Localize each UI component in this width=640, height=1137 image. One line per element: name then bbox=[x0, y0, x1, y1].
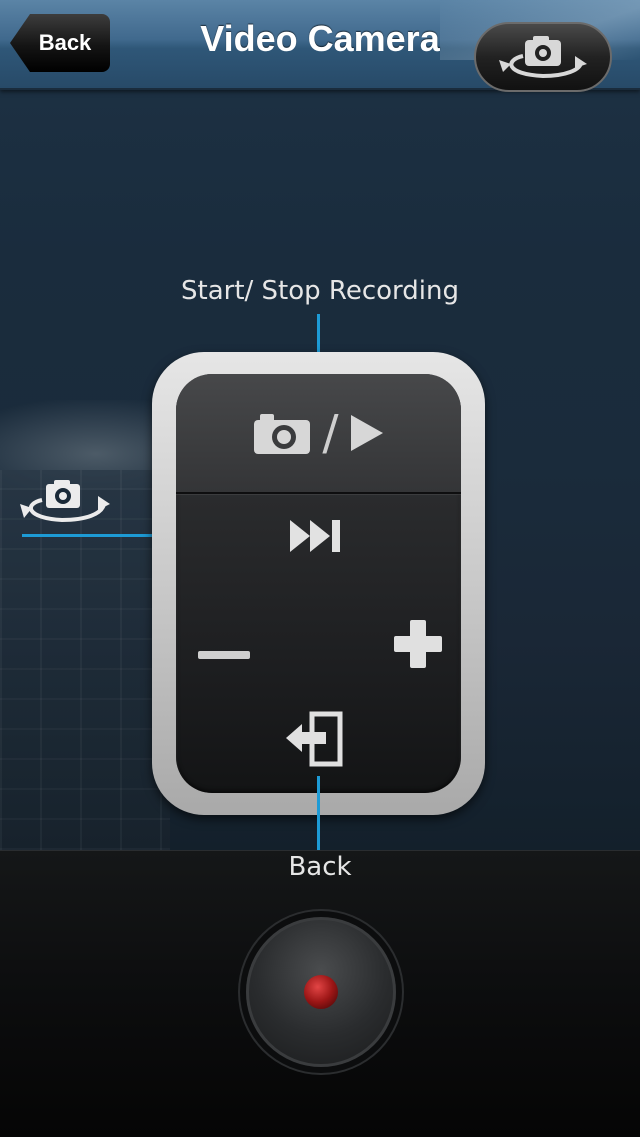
remote-control: / bbox=[152, 352, 485, 815]
minus-icon bbox=[198, 651, 250, 659]
back-callout-label: Back bbox=[288, 852, 352, 882]
fast-forward-icon bbox=[290, 520, 340, 552]
switch-camera-button[interactable] bbox=[474, 22, 612, 92]
camera-switch-icon bbox=[499, 36, 587, 79]
plus-icon bbox=[394, 620, 442, 668]
record-dot-icon bbox=[304, 975, 338, 1009]
page-title: Video Camera bbox=[200, 18, 440, 59]
exit-button[interactable] bbox=[280, 710, 350, 770]
start-stop-recording-button[interactable]: / bbox=[176, 374, 461, 494]
exit-icon bbox=[286, 711, 343, 767]
navigation-bar: Back Video Camera bbox=[0, 0, 640, 92]
record-button[interactable] bbox=[246, 917, 396, 1067]
camera-icon bbox=[254, 414, 311, 454]
slash-separator: / bbox=[322, 405, 339, 461]
play-icon bbox=[350, 415, 383, 451]
zoom-out-button[interactable] bbox=[194, 640, 254, 670]
camera-switch-callout-icon bbox=[18, 478, 110, 529]
zoom-in-button[interactable] bbox=[388, 614, 448, 674]
remote-control-panel: / bbox=[176, 374, 461, 793]
start-stop-recording-label: Start/ Stop Recording bbox=[181, 276, 459, 306]
back-button[interactable]: Back bbox=[10, 14, 110, 72]
fast-forward-button[interactable] bbox=[286, 514, 346, 558]
callout-line-bottom bbox=[317, 776, 320, 850]
